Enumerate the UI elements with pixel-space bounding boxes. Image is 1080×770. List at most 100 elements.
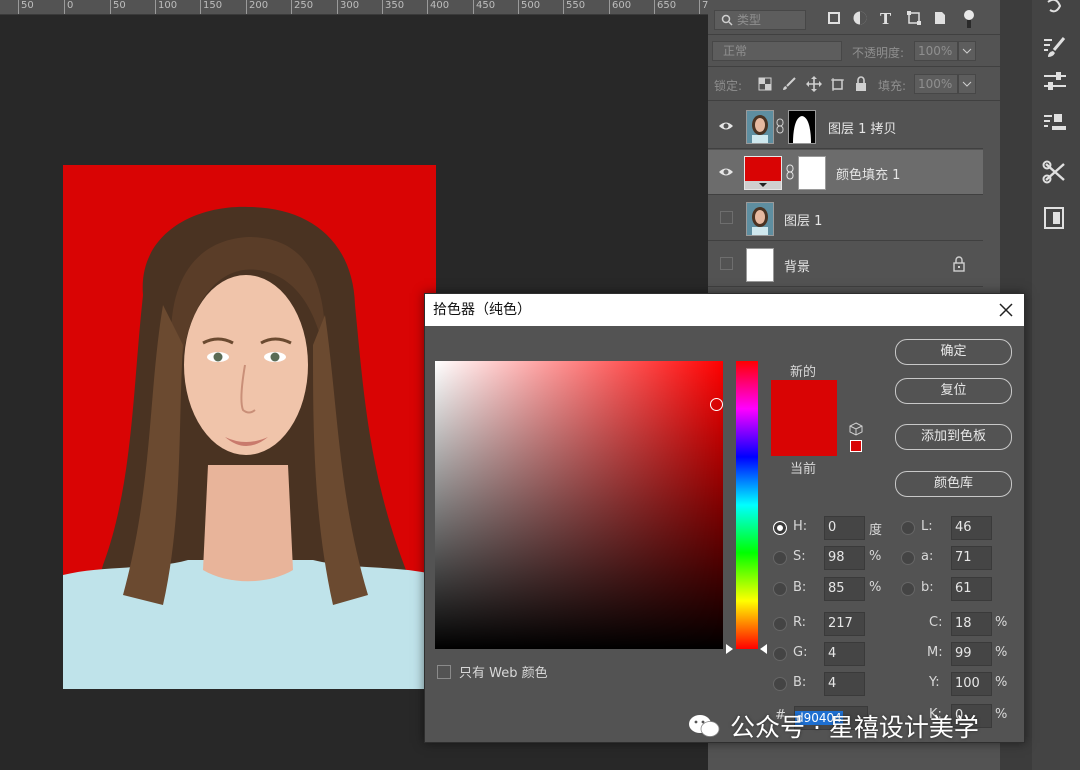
l-input[interactable]: 46	[951, 516, 992, 540]
new-color-label: 新的	[790, 365, 817, 380]
blue-radio[interactable]	[773, 677, 787, 691]
eye-icon[interactable]	[718, 164, 734, 180]
h-unit: 度	[869, 523, 883, 538]
gamut-cube-icon[interactable]	[849, 422, 863, 436]
lock-transparent-icon[interactable]	[758, 77, 772, 91]
pixel-layer-filter-icon[interactable]	[826, 10, 842, 26]
ruler-tick: 450	[473, 0, 495, 14]
ruler-tick: 50	[18, 0, 34, 14]
m-input[interactable]: 99	[951, 642, 992, 666]
smart-object-filter-icon[interactable]	[932, 10, 948, 26]
filter-toggle-icon[interactable]	[962, 8, 976, 30]
close-icon[interactable]	[998, 302, 1014, 318]
reset-button[interactable]: 复位	[895, 378, 1012, 404]
blue-input[interactable]: 4	[824, 672, 865, 696]
type-filter-icon[interactable]: T	[878, 10, 894, 26]
visibility-toggle[interactable]	[720, 257, 733, 270]
layer-row-selected[interactable]: 颜色填充 1	[708, 150, 983, 195]
c-input[interactable]: 18	[951, 612, 992, 636]
m-label: M:	[927, 645, 943, 660]
layer-name: 背景	[784, 260, 811, 275]
opacity-label: 不透明度:	[852, 46, 905, 60]
link-icon[interactable]	[785, 164, 795, 180]
m-unit: %	[995, 645, 1008, 660]
lab-b-input[interactable]: 61	[951, 577, 992, 601]
hue-slider-handle-right[interactable]	[760, 644, 767, 654]
h-input[interactable]: 0	[824, 516, 865, 540]
hue-slider-handle-left[interactable]	[726, 644, 733, 654]
opacity-input[interactable]: 100%	[914, 41, 958, 61]
brush-settings-icon[interactable]	[1042, 36, 1068, 60]
lock-all-icon[interactable]	[854, 76, 868, 92]
layer-row[interactable]: 图层 1	[708, 196, 983, 241]
adjustment-filter-icon[interactable]	[852, 10, 868, 26]
lock-label: 锁定:	[714, 79, 743, 93]
layer-name: 颜色填充 1	[836, 168, 901, 183]
s-unit: %	[869, 549, 882, 564]
r-radio[interactable]	[773, 617, 787, 631]
lock-move-icon[interactable]	[806, 76, 822, 92]
layer-row[interactable]: 图层 1 拷贝	[708, 104, 983, 149]
visibility-toggle[interactable]	[720, 211, 733, 224]
r-input[interactable]: 217	[824, 612, 865, 636]
color-libraries-button[interactable]: 颜色库	[895, 471, 1012, 497]
new-color-swatch	[771, 380, 837, 418]
lock-artboard-icon[interactable]	[830, 77, 844, 91]
g-input[interactable]: 4	[824, 642, 865, 666]
web-safe-swatch[interactable]	[850, 440, 862, 452]
layer-name: 图层 1	[784, 214, 823, 229]
properties-icon[interactable]	[1042, 205, 1068, 231]
web-only-checkbox[interactable]	[437, 665, 451, 679]
g-radio[interactable]	[773, 647, 787, 661]
ruler-tick: 650	[654, 0, 676, 14]
b-unit: %	[869, 580, 882, 595]
document-canvas[interactable]	[63, 165, 436, 689]
ruler-tick: 150	[200, 0, 222, 14]
ruler-tick: 250	[291, 0, 313, 14]
add-to-swatches-button[interactable]: 添加到色板	[895, 424, 1012, 450]
tool-presets-icon[interactable]	[1042, 160, 1068, 184]
current-color-swatch[interactable]	[771, 418, 837, 456]
link-icon[interactable]	[775, 118, 785, 134]
l-label: L:	[921, 519, 933, 534]
opacity-dropdown[interactable]	[958, 41, 976, 61]
s-input[interactable]: 98	[824, 546, 865, 570]
layer-mask-thumbnail	[798, 156, 826, 190]
svg-text:T: T	[880, 10, 892, 26]
fill-dropdown[interactable]	[958, 74, 976, 94]
eye-icon[interactable]	[718, 118, 734, 134]
y-input[interactable]: 100	[951, 672, 992, 696]
adjustments-icon[interactable]	[1042, 70, 1068, 92]
b-input[interactable]: 85	[824, 577, 865, 601]
s-label: S:	[793, 549, 806, 564]
blend-mode-select[interactable]: 正常	[712, 41, 842, 61]
layer-row[interactable]: 背景	[708, 242, 983, 287]
b-radio[interactable]	[773, 582, 787, 596]
lab-b-radio[interactable]	[901, 582, 915, 596]
shape-filter-icon[interactable]	[906, 10, 922, 26]
layer-thumbnail	[746, 110, 774, 144]
l-radio[interactable]	[901, 521, 915, 535]
fill-layer-thumbnail	[744, 156, 782, 190]
a-radio[interactable]	[901, 551, 915, 565]
blue-label: B:	[793, 675, 807, 690]
history-icon[interactable]	[1042, 0, 1066, 16]
ruler-tick: 200	[246, 0, 268, 14]
ruler-tick: 350	[382, 0, 404, 14]
color-picker-cursor[interactable]	[710, 398, 723, 411]
fill-input[interactable]: 100%	[914, 74, 958, 94]
ruler-tick: 400	[427, 0, 449, 14]
lab-b-label: b:	[921, 580, 934, 595]
layer-filter-select[interactable]: 类型	[714, 10, 806, 30]
opacity-value: 100%	[918, 44, 953, 58]
s-radio[interactable]	[773, 551, 787, 565]
ok-button[interactable]: 确定	[895, 339, 1012, 365]
portrait-image	[63, 165, 436, 689]
lock-brush-icon[interactable]	[782, 77, 796, 91]
saturation-brightness-field[interactable]	[435, 361, 723, 649]
hue-slider[interactable]	[736, 361, 758, 649]
layer-name: 图层 1 拷贝	[828, 122, 897, 137]
clone-source-icon[interactable]	[1042, 112, 1068, 136]
h-radio[interactable]	[773, 521, 787, 535]
a-input[interactable]: 71	[951, 546, 992, 570]
